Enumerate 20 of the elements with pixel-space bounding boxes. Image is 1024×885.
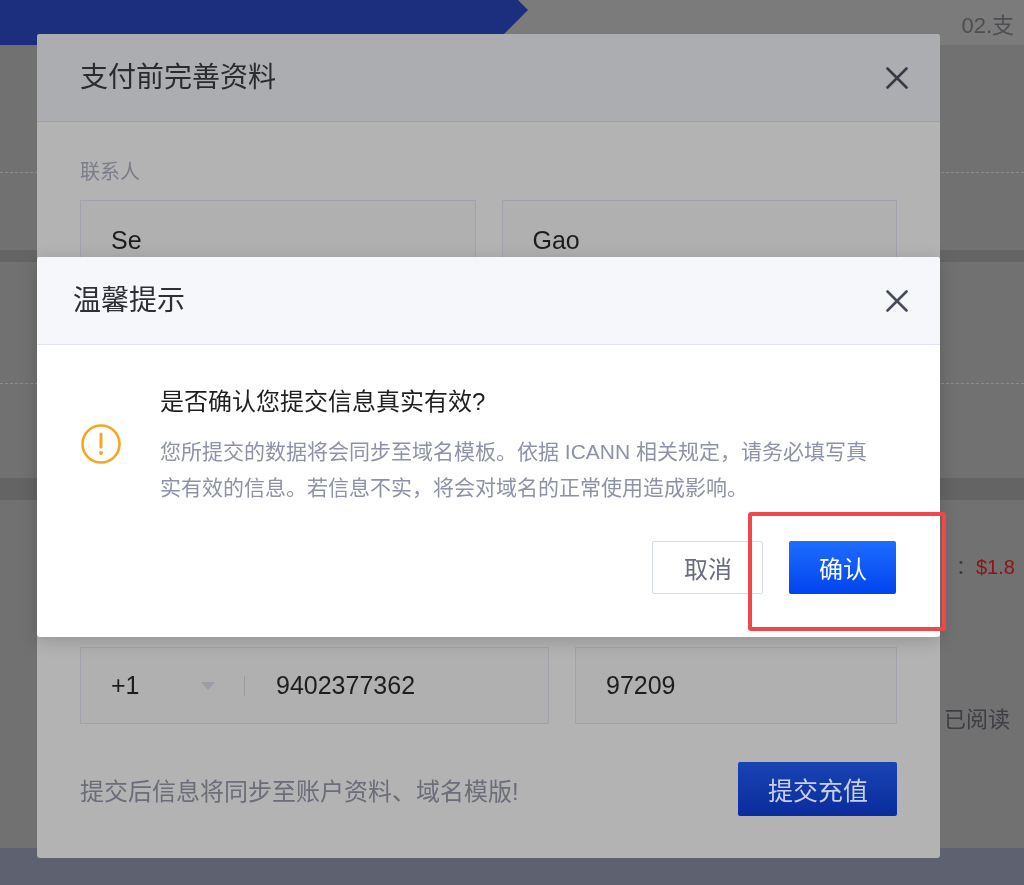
submit-button[interactable]: 提交充值 xyxy=(738,762,897,816)
close-button[interactable] xyxy=(885,65,909,90)
close-button[interactable] xyxy=(885,288,909,313)
close-icon xyxy=(886,289,908,312)
phone-field[interactable]: +1 9402377362 xyxy=(80,647,549,724)
dialog-title: 支付前完善资料 xyxy=(80,60,276,95)
cancel-button[interactable]: 取消 xyxy=(652,541,763,594)
close-icon xyxy=(886,66,908,89)
alert-heading: 是否确认您提交信息真实有效? xyxy=(160,388,487,416)
contact-label: 联系人 xyxy=(80,160,141,184)
alert-title: 温馨提示 xyxy=(73,283,185,318)
phone-number: 9402377362 xyxy=(276,671,416,700)
warning-icon xyxy=(81,424,121,464)
amount-label: ： xyxy=(956,555,976,579)
confirm-button[interactable]: 确认 xyxy=(789,541,896,594)
sync-note: 提交后信息将同步至账户资料、域名模版! xyxy=(80,776,519,807)
amount-value: $1.8 xyxy=(976,555,1015,579)
country-code-select[interactable]: +1 xyxy=(111,671,244,700)
postal-code-field[interactable]: 97209 xyxy=(575,647,897,724)
alert-message: 您所提交的数据将会同步至域名模板。依据 ICANN 相关规定，请务必填写真实有效的信息。若信息不实，将会对域名的正常使用造成影响。 xyxy=(160,439,868,501)
